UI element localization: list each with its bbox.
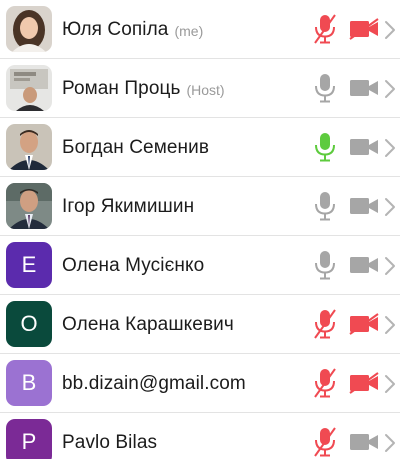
participant-row[interactable]: B bb.dizain@gmail.com — [0, 354, 400, 413]
microphone-icon[interactable] — [314, 250, 336, 280]
participant-row[interactable]: O Олена Карашкевич — [0, 295, 400, 354]
microphone-icon[interactable] — [314, 73, 336, 103]
microphone-muted-icon[interactable] — [314, 14, 336, 44]
video-camera-icon[interactable] — [349, 254, 379, 276]
video-off-icon[interactable] — [349, 18, 379, 40]
participant-name: Роман Проць — [62, 77, 181, 99]
microphone-speaking-icon[interactable] — [314, 132, 336, 162]
avatar — [6, 183, 52, 229]
participant-row[interactable]: P Pavlo Bilas — [0, 413, 400, 459]
video-camera-icon[interactable] — [349, 77, 379, 99]
participant-name: bb.dizain@gmail.com — [62, 372, 246, 394]
chevron-right-icon[interactable] — [384, 197, 396, 217]
microphone-muted-icon[interactable] — [314, 427, 336, 457]
chevron-right-icon[interactable] — [384, 138, 396, 158]
participant-row[interactable]: Юля Сопіла (me) — [0, 0, 400, 59]
microphone-muted-icon[interactable] — [314, 368, 336, 398]
participant-role: (Host) — [186, 81, 225, 98]
avatar — [6, 65, 52, 111]
participant-name: Богдан Семенив — [62, 136, 210, 158]
microphone-icon[interactable] — [314, 191, 336, 221]
participant-row[interactable]: E Олена Мусієнко — [0, 236, 400, 295]
video-camera-icon[interactable] — [349, 431, 379, 453]
avatar-initial: B — [21, 370, 37, 395]
avatar: E — [6, 242, 52, 288]
avatar: B — [6, 360, 52, 406]
chevron-right-icon[interactable] — [384, 79, 396, 99]
avatar: P — [6, 419, 52, 459]
participant-name: Юля Сопіла — [62, 18, 169, 40]
participant-row[interactable]: Ігор Якимишин — [0, 177, 400, 236]
participant-name: Олена Карашкевич — [62, 313, 234, 335]
avatar — [6, 124, 52, 170]
avatar-initial: P — [21, 429, 37, 454]
video-off-icon[interactable] — [349, 313, 379, 335]
participants-list: Юля Сопіла (me) Роман Проць (Host) Богда… — [0, 0, 400, 459]
participant-name: Олена Мусієнко — [62, 254, 205, 276]
chevron-right-icon[interactable] — [384, 256, 396, 276]
chevron-right-icon[interactable] — [384, 374, 396, 394]
avatar: O — [6, 301, 52, 347]
participant-role: (me) — [174, 22, 204, 39]
microphone-muted-icon[interactable] — [314, 309, 336, 339]
video-off-icon[interactable] — [349, 372, 379, 394]
video-camera-icon[interactable] — [349, 136, 379, 158]
chevron-right-icon[interactable] — [384, 433, 396, 453]
avatar-initial: O — [20, 311, 38, 336]
chevron-right-icon[interactable] — [384, 20, 396, 40]
participant-row[interactable]: Роман Проць (Host) — [0, 59, 400, 118]
avatar-initial: E — [21, 252, 37, 277]
avatar — [6, 6, 52, 52]
video-camera-icon[interactable] — [349, 195, 379, 217]
participant-name: Ігор Якимишин — [62, 195, 195, 217]
participant-row[interactable]: Богдан Семенив — [0, 118, 400, 177]
participant-name: Pavlo Bilas — [62, 431, 158, 453]
chevron-right-icon[interactable] — [384, 315, 396, 335]
